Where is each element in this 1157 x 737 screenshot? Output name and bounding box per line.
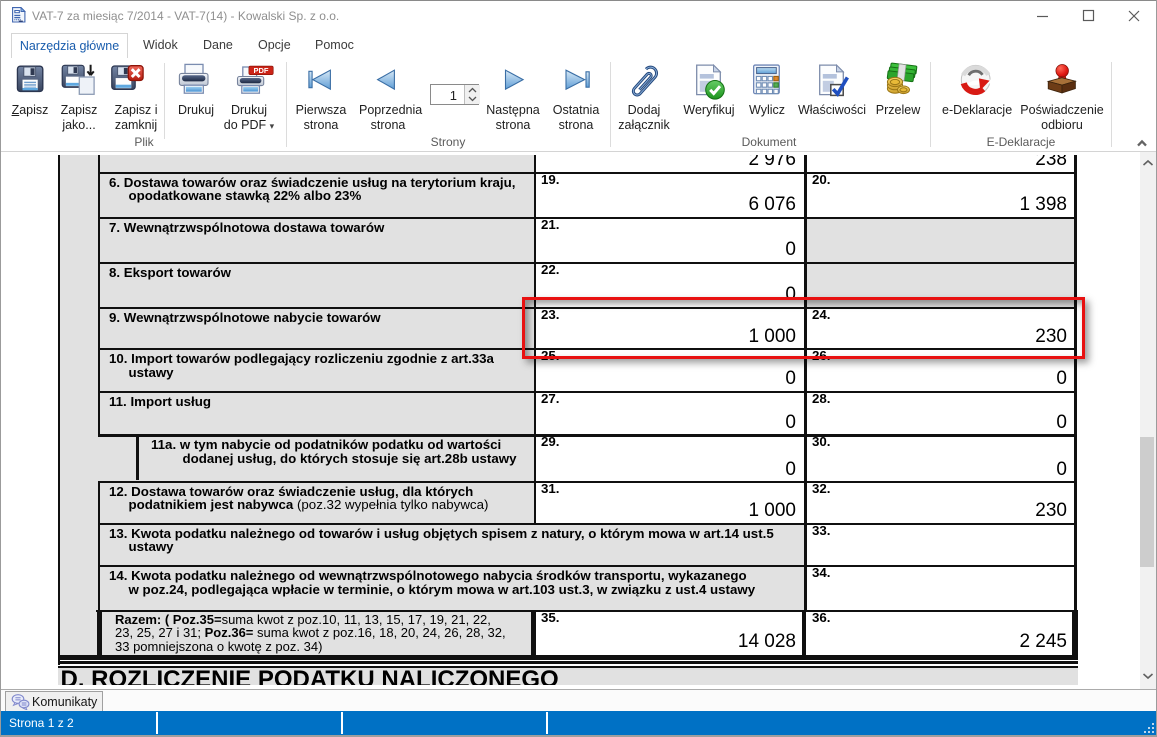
svg-text:PDF: PDF: [254, 66, 269, 75]
